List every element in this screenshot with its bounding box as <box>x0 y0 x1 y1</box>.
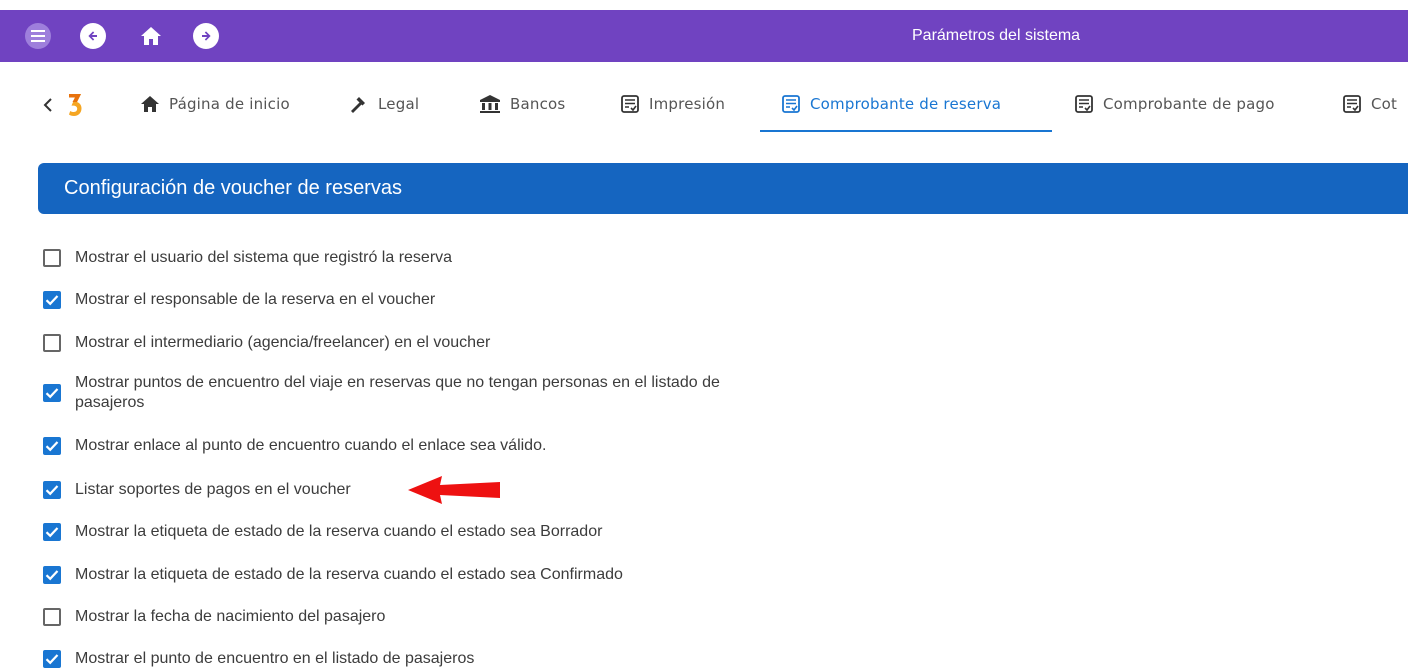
logo-icon <box>69 94 82 116</box>
option-mostrar-enlace[interactable]: Mostrar enlace al punto de encuentro cua… <box>43 436 546 456</box>
check-icon <box>45 441 59 452</box>
document-check-icon <box>781 94 801 114</box>
checkbox-unchecked[interactable] <box>43 334 61 352</box>
tab-impresion[interactable]: Impresión <box>620 75 725 133</box>
tab-bar: Página de inicio Legal Bancos Impresión … <box>0 75 1408 135</box>
page-title: Parámetros del sistema <box>912 27 1081 44</box>
home-icon <box>141 27 161 45</box>
checkbox-checked[interactable] <box>43 291 61 309</box>
tab-label: Comprobante de reserva <box>810 95 1002 113</box>
option-label-line-1: Mostrar puntos de encuentro del viaje en… <box>75 374 720 391</box>
forward-button[interactable] <box>193 23 219 49</box>
home-icon <box>140 95 160 113</box>
checkbox-checked[interactable] <box>43 437 61 455</box>
back-button[interactable] <box>80 23 106 49</box>
option-label: Mostrar el punto de encuentro en el list… <box>75 650 475 667</box>
option-fecha-nacimiento[interactable]: Mostrar la fecha de nacimiento del pasaj… <box>43 607 385 627</box>
option-label: Mostrar la etiqueta de estado de la rese… <box>75 566 623 583</box>
option-mostrar-usuario-sistema[interactable]: Mostrar el usuario del sistema que regis… <box>43 248 452 268</box>
tab-label: Impresión <box>649 95 726 113</box>
bank-icon <box>479 94 501 114</box>
active-tab-indicator <box>760 130 1052 132</box>
option-label: Listar soportes de pagos en el voucher <box>75 481 351 498</box>
tab-comprobante-de-pago[interactable]: Comprobante de pago <box>1074 75 1275 133</box>
checkbox-checked[interactable] <box>43 566 61 584</box>
option-label: Mostrar la fecha de nacimiento del pasaj… <box>75 608 386 625</box>
gavel-icon <box>349 94 369 114</box>
checkbox-checked[interactable] <box>43 481 61 499</box>
tab-label: Bancos <box>510 95 566 113</box>
document-check-icon <box>620 94 640 114</box>
checkbox-checked[interactable] <box>43 384 61 402</box>
option-etiqueta-confirmado[interactable]: Mostrar la etiqueta de estado de la rese… <box>43 565 623 585</box>
document-check-icon <box>1342 94 1362 114</box>
tab-pagina-de-inicio[interactable]: Página de inicio <box>140 75 290 133</box>
tab-cotizacion[interactable]: Cot <box>1342 75 1397 133</box>
arrow-right-circle-icon <box>202 31 211 41</box>
option-label: Mostrar el intermediario (agencia/freela… <box>75 334 491 351</box>
chevron-left-icon <box>43 98 52 112</box>
option-mostrar-puntos-encuentro[interactable]: Mostrar puntos de encuentro del viaje en… <box>43 373 720 413</box>
brand-logo <box>68 93 82 117</box>
option-label: Mostrar enlace al punto de encuentro cua… <box>75 437 547 454</box>
app-bar: Parámetros del sistema <box>0 10 1408 62</box>
option-label: Mostrar la etiqueta de estado de la rese… <box>75 523 603 540</box>
tab-comprobante-de-reserva[interactable]: Comprobante de reserva <box>781 75 1001 133</box>
option-listar-soportes[interactable]: Listar soportes de pagos en el voucher <box>43 480 351 500</box>
tab-label: Cot <box>1371 95 1398 113</box>
tab-label: Comprobante de pago <box>1103 95 1275 113</box>
checkbox-checked[interactable] <box>43 523 61 541</box>
document-check-icon <box>1074 94 1094 114</box>
red-arrow-left-icon <box>408 476 500 504</box>
section-header: Configuración de voucher de reservas <box>38 163 1408 214</box>
option-etiqueta-borrador[interactable]: Mostrar la etiqueta de estado de la rese… <box>43 522 602 542</box>
option-mostrar-intermediario[interactable]: Mostrar el intermediario (agencia/freela… <box>43 333 490 353</box>
check-icon <box>45 388 59 399</box>
hamburger-menu-icon <box>31 30 45 42</box>
home-button[interactable] <box>138 23 164 49</box>
checkbox-unchecked[interactable] <box>43 608 61 626</box>
arrow-left-circle-icon <box>88 31 97 41</box>
menu-button[interactable] <box>25 23 51 49</box>
option-punto-encuentro-listado[interactable]: Mostrar el punto de encuentro en el list… <box>43 649 474 669</box>
tab-bancos[interactable]: Bancos <box>479 75 565 133</box>
option-label: Mostrar puntos de encuentro del viaje en… <box>75 373 720 413</box>
checkbox-checked[interactable] <box>43 650 61 668</box>
option-mostrar-responsable[interactable]: Mostrar el responsable de la reserva en … <box>43 290 435 310</box>
check-icon <box>45 485 59 496</box>
tab-scroll-left-button[interactable] <box>40 95 58 115</box>
check-icon <box>45 527 59 538</box>
tab-legal[interactable]: Legal <box>349 75 419 133</box>
option-label: Mostrar el usuario del sistema que regis… <box>75 249 453 266</box>
check-icon <box>45 570 59 581</box>
tab-label: Legal <box>378 95 420 113</box>
check-icon <box>45 654 59 665</box>
annotation-arrow <box>408 475 502 510</box>
option-label-line-2: pasajeros <box>75 394 145 411</box>
checkbox-unchecked[interactable] <box>43 249 61 267</box>
option-label: Mostrar el responsable de la reserva en … <box>75 291 436 308</box>
tab-label: Página de inicio <box>169 95 290 113</box>
check-icon <box>45 295 59 306</box>
